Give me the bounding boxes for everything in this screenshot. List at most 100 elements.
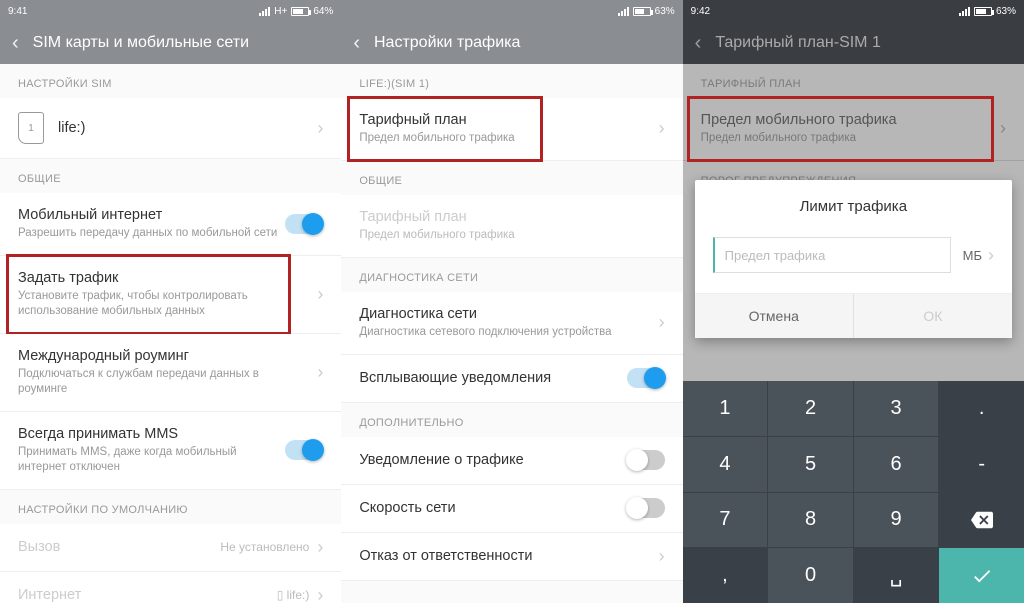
key-2[interactable]: 2 (768, 381, 853, 436)
key-comma[interactable]: , (683, 548, 768, 603)
signal-icon (618, 7, 629, 16)
cancel-button[interactable]: Отмена (695, 294, 854, 338)
backspace-icon (971, 509, 993, 531)
ok-button[interactable]: ОК (854, 294, 1012, 338)
item-title: Уведомление о трафике (359, 452, 626, 468)
page-title: Настройки трафика (374, 34, 520, 52)
item-title: Интернет (18, 587, 277, 603)
toggle-popup[interactable] (627, 368, 665, 388)
dialog-title: Лимит трафика (695, 198, 1012, 215)
diagnostics-item[interactable]: Диагностика сети Диагностика сетевого по… (341, 292, 682, 355)
item-sub: Предел мобильного трафика (359, 131, 619, 146)
internet-value: ▯ life:) (277, 588, 310, 602)
screen-sim-settings: 9:41 H+ 64% ‹ SIM карты и мобильные сети… (0, 0, 341, 603)
key-9[interactable]: 9 (854, 493, 939, 548)
item-title: Тарифный план (359, 209, 664, 225)
screen-tariff-plan: 9:42 63% ‹ Тарифный план-SIM 1 ТАРИФНЫЙ … (683, 0, 1024, 603)
disclaimer-item[interactable]: Отказ от ответственности › (341, 533, 682, 581)
item-sub: Диагностика сетевого подключения устройс… (359, 325, 619, 340)
unit-selector[interactable]: МБ› (963, 245, 994, 266)
header: ‹ Настройки трафика (341, 22, 682, 64)
item-title: Предел мобильного трафика (701, 112, 1000, 128)
chevron-right-icon: › (317, 362, 323, 383)
signal-icon (259, 7, 270, 16)
internet-item[interactable]: Интернет ▯ life:) › (0, 572, 341, 603)
item-title: Всплывающие уведомления (359, 370, 626, 386)
header: ‹ SIM карты и мобильные сети (0, 22, 341, 64)
key-7[interactable]: 7 (683, 493, 768, 548)
toggle-speed[interactable] (627, 498, 665, 518)
set-traffic-item[interactable]: Задать трафик Установите трафик, чтобы к… (0, 256, 341, 334)
key-enter[interactable] (939, 548, 1024, 603)
chevron-right-icon: › (317, 284, 323, 305)
status-bar: 63% (341, 0, 682, 22)
key-dash[interactable]: - (939, 437, 1024, 492)
battery-pct: 63% (655, 6, 675, 17)
popup-notifications-item[interactable]: Всплывающие уведомления (341, 355, 682, 403)
item-title: Вызов (18, 539, 220, 555)
section-default: НАСТРОЙКИ ПО УМОЛЧАНИЮ (0, 490, 341, 524)
section-sim: НАСТРОЙКИ SIM (0, 64, 341, 98)
key-1[interactable]: 1 (683, 381, 768, 436)
key-backspace[interactable] (939, 493, 1024, 548)
page-title: SIM карты и мобильные сети (33, 34, 249, 52)
back-icon[interactable]: ‹ (12, 32, 19, 55)
key-space[interactable]: ␣ (854, 548, 939, 603)
network-speed-item[interactable]: Скорость сети (341, 485, 682, 533)
traffic-notify-item[interactable]: Уведомление о трафике (341, 437, 682, 485)
numeric-keyboard: 1 2 3 . 4 5 6 - 7 8 9 , 0 ␣ (683, 381, 1024, 603)
call-item[interactable]: Вызов Не установлено › (0, 524, 341, 572)
traffic-limit-dialog: Лимит трафика Предел трафика МБ› Отмена … (695, 180, 1012, 338)
section-sim: LIFE:)(SIM 1) (341, 64, 682, 98)
item-title: Задать трафик (18, 270, 317, 286)
chevron-right-icon: › (659, 546, 665, 567)
battery-icon (974, 7, 992, 16)
item-title: Отказ от ответственности (359, 548, 658, 564)
back-icon[interactable]: ‹ (353, 32, 360, 55)
network-type: H+ (274, 6, 287, 17)
toggle-notify[interactable] (627, 450, 665, 470)
status-time: 9:41 (8, 6, 27, 17)
header: ‹ Тарифный план-SIM 1 (683, 22, 1024, 64)
key-0[interactable]: 0 (768, 548, 853, 603)
item-sub: Разрешить передачу данных по мобильной с… (18, 226, 278, 241)
back-icon[interactable]: ‹ (695, 32, 702, 55)
mms-item[interactable]: Всегда принимать MMS Принимать MMS, даже… (0, 412, 341, 490)
tariff-plan-item[interactable]: Тарифный план Предел мобильного трафика … (341, 98, 682, 161)
status-time: 9:42 (691, 6, 710, 17)
traffic-limit-item[interactable]: Предел мобильного трафика Предел мобильн… (683, 98, 1024, 161)
battery-icon (291, 7, 309, 16)
section-extra: ДОПОЛНИТЕЛЬНО (341, 403, 682, 437)
section-common: ОБЩИЕ (341, 161, 682, 195)
item-title: Всегда принимать MMS (18, 426, 285, 442)
sim-label: life:) (58, 120, 317, 136)
call-value: Не установлено (220, 540, 309, 554)
item-sub: Предел мобильного трафика (359, 228, 619, 243)
key-5[interactable]: 5 (768, 437, 853, 492)
roaming-item[interactable]: Международный роуминг Подключаться к слу… (0, 334, 341, 412)
chevron-right-icon: › (317, 585, 323, 603)
status-bar: 9:41 H+ 64% (0, 0, 341, 22)
battery-icon (633, 7, 651, 16)
mobile-internet-item[interactable]: Мобильный интернет Разрешить передачу да… (0, 193, 341, 256)
toggle-mms[interactable] (285, 440, 323, 460)
key-dot[interactable]: . (939, 381, 1024, 436)
content: LIFE:)(SIM 1) Тарифный план Предел мобил… (341, 64, 682, 603)
section-diag: ДИАГНОСТИКА СЕТИ (341, 258, 682, 292)
sim-card-item[interactable]: 1 life:) › (0, 98, 341, 159)
key-8[interactable]: 8 (768, 493, 853, 548)
item-title: Диагностика сети (359, 306, 658, 322)
item-sub: Установите трафик, чтобы контролировать … (18, 289, 278, 319)
checkmark-icon (971, 565, 993, 587)
status-bar: 9:42 63% (683, 0, 1024, 22)
traffic-limit-input[interactable]: Предел трафика (713, 237, 951, 273)
battery-pct: 64% (313, 6, 333, 17)
toggle-mobile-internet[interactable] (285, 214, 323, 234)
key-3[interactable]: 3 (854, 381, 939, 436)
key-6[interactable]: 6 (854, 437, 939, 492)
tariff-plan-common-item[interactable]: Тарифный план Предел мобильного трафика (341, 195, 682, 258)
item-title: Тарифный план (359, 112, 658, 128)
sim-icon: 1 (18, 112, 44, 144)
key-4[interactable]: 4 (683, 437, 768, 492)
item-sub: Предел мобильного трафика (701, 131, 961, 146)
